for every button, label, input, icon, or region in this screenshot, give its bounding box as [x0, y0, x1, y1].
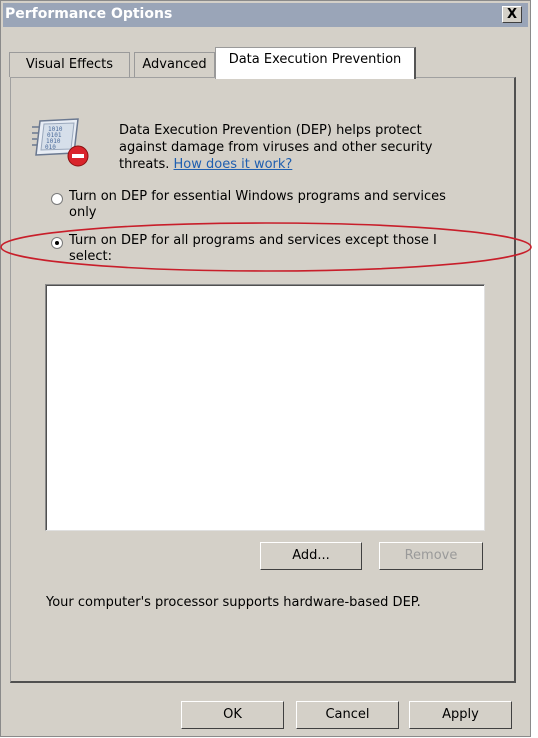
close-icon: X [506, 7, 518, 22]
dep-essential-label[interactable]: Turn on DEP for essential Windows progra… [69, 189, 489, 221]
add-button[interactable]: Add... [260, 542, 362, 570]
tab-label: Advanced [142, 57, 207, 72]
apply-button-label: Apply [442, 707, 479, 722]
how-does-it-work-link[interactable]: How does it work? [174, 157, 293, 172]
ok-button-label: OK [223, 707, 242, 722]
dep-essential-label-line1: Turn on DEP for essential Windows progra… [69, 189, 446, 204]
tab-visual-effects[interactable]: Visual Effects [9, 52, 130, 77]
excluded-programs-list[interactable] [45, 284, 485, 531]
dep-all-programs-label[interactable]: Turn on DEP for all programs and service… [69, 233, 489, 265]
tab-label: Visual Effects [25, 57, 114, 72]
dep-essential-label-line2: only [69, 205, 97, 220]
ok-button[interactable]: OK [181, 701, 284, 729]
dep-essential-radio[interactable] [51, 193, 63, 205]
title-bar[interactable]: Performance Options X [3, 3, 528, 27]
window-title: Performance Options [5, 6, 173, 22]
remove-button-label: Remove [404, 548, 458, 563]
dep-description: Data Execution Prevention (DEP) helps pr… [119, 122, 459, 173]
cancel-button-label: Cancel [325, 707, 370, 722]
dep-all-programs-label-line2: select: [69, 249, 113, 264]
performance-options-window: Performance Options X Visual Effects Adv… [0, 0, 531, 737]
svg-text:010: 010 [45, 144, 56, 151]
apply-button[interactable]: Apply [409, 701, 512, 729]
radio-selected-dot [55, 241, 59, 245]
hardware-dep-note: Your computer's processor supports hardw… [46, 595, 421, 610]
cancel-button[interactable]: Cancel [296, 701, 399, 729]
tab-label: Data Execution Prevention [228, 52, 402, 67]
close-button[interactable]: X [502, 6, 522, 23]
tab-data-execution-prevention[interactable]: Data Execution Prevention [215, 47, 416, 79]
add-button-label: Add... [292, 548, 330, 563]
dep-shield-icon: 1010 0101 1010 010 [32, 118, 89, 167]
remove-button[interactable]: Remove [379, 542, 483, 570]
tab-advanced[interactable]: Advanced [134, 52, 215, 77]
dep-all-programs-label-line1: Turn on DEP for all programs and service… [69, 233, 437, 248]
dep-all-programs-radio[interactable] [51, 237, 63, 249]
